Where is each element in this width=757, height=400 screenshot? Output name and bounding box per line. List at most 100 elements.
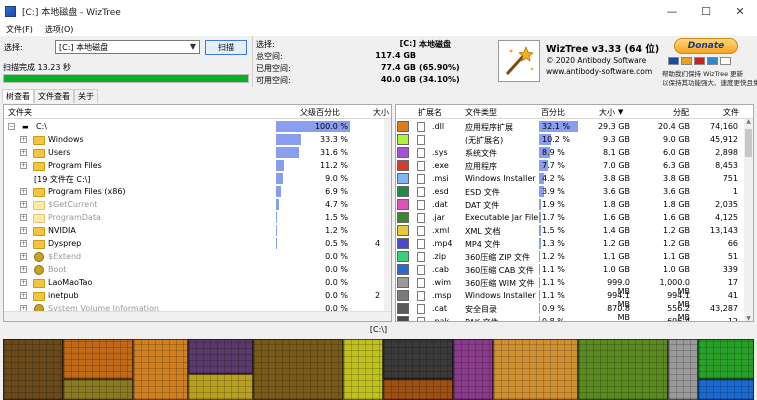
col-header-folder[interactable]: 文件夹 — [8, 107, 32, 118]
expand-icon[interactable]: + — [20, 136, 27, 143]
expand-icon[interactable]: + — [20, 279, 27, 286]
extension-row[interactable]: .esd ESD 文件 3.9 % 3.6 GB 3.6 GB 1 — [396, 185, 746, 198]
donate-note-2: 以保持其功能强大、速度更快且免费 — [662, 79, 757, 87]
scroll-down-icon[interactable]: ▼ — [744, 315, 753, 321]
extension-row[interactable]: .msp Windows Installer 1.1 % 994.1 MB 99… — [396, 289, 746, 309]
col-header-size[interactable]: 大小 — [373, 107, 389, 118]
extension-row[interactable]: .dat DAT 文件 1.9 % 1.8 GB 1.8 GB 2,035 — [396, 198, 746, 211]
expand-icon[interactable]: + — [20, 214, 27, 221]
expand-icon[interactable]: + — [20, 188, 27, 195]
scan-button[interactable]: 扫描 — [205, 40, 247, 55]
expand-icon[interactable]: + — [20, 253, 27, 260]
menu-options[interactable]: 选项(O) — [39, 24, 80, 35]
extension-row[interactable]: .mp4 MP4 文件 1.3 % 1.2 GB 1.2 GB 66 — [396, 237, 746, 250]
treemap-block[interactable] — [578, 339, 668, 400]
treemap-block[interactable] — [188, 339, 253, 374]
treemap-block[interactable] — [383, 379, 453, 400]
scroll-thumb[interactable] — [745, 129, 752, 157]
treemap-block[interactable] — [698, 339, 754, 379]
tree-row[interactable]: + Program Files 11.2 % — [4, 159, 384, 172]
extension-row[interactable]: .zip 360压缩 ZIP 文件 1.2 % 1.1 GB 1.1 GB 51 — [396, 250, 746, 263]
extension-row[interactable]: .cat 安全目录 0.9 % 870.8 MB 556.2 MB 43,287 — [396, 302, 746, 321]
col-header-parent-pct[interactable]: 父级百分比 — [300, 107, 340, 118]
extension-row[interactable]: .xml XML 文档 1.5 % 1.4 GB 1.2 GB 13,143 — [396, 224, 746, 237]
tree-row[interactable]: + Dysprep 0.5 % 4 — [4, 237, 384, 250]
tree-row[interactable]: + Users 31.6 % — [4, 146, 384, 159]
treemap-block[interactable] — [133, 339, 188, 400]
col-header-files[interactable]: 文件 — [723, 107, 739, 118]
tree-vertical-scrollbar[interactable] — [384, 119, 391, 314]
tree-row[interactable]: + ProgramData 1.5 % — [4, 211, 384, 224]
extension-row[interactable]: (无扩展名) 10.2 % 9.3 GB 9.0 GB 45,912 — [396, 133, 746, 146]
about-url[interactable]: www.antibody-software.com — [546, 67, 652, 76]
treemap-block[interactable] — [253, 339, 343, 400]
donate-button[interactable]: Donate — [674, 38, 738, 54]
ext-name: .msp — [432, 291, 452, 300]
tree-row[interactable]: + Windows 33.3 % — [4, 133, 384, 146]
col-header-size[interactable]: 大小 — [599, 107, 615, 118]
tree-row[interactable]: [19 文件在 C:\] 9.0 % — [4, 172, 384, 185]
minimize-button[interactable]: — — [655, 0, 689, 22]
treemap-block[interactable] — [493, 339, 578, 400]
extension-row[interactable]: .pak PAK 文件 0.8 % 696.4 MB 12 — [396, 315, 746, 321]
extension-row[interactable]: .cab 360压缩 CAB 文件 1.1 % 1.0 GB 1.0 GB 33… — [396, 263, 746, 276]
disk-treemap[interactable] — [3, 339, 754, 400]
drive-select[interactable]: [C:] 本地磁盘 ▼ — [55, 40, 200, 54]
extension-row[interactable]: .wim 360压缩 WIM 文件 1.1 % 999.0 MB 1,000.0… — [396, 276, 746, 296]
treemap-block[interactable] — [63, 379, 133, 400]
ext-pct-value: 7.7 % — [542, 161, 565, 170]
ext-type: ESD 文件 — [465, 188, 500, 197]
maximize-button[interactable]: ☐ — [689, 0, 723, 22]
expand-icon[interactable]: + — [20, 292, 27, 299]
extension-row[interactable]: .dll 应用程序扩展 32.1 % 29.3 GB 20.4 GB 74,16… — [396, 120, 746, 133]
ext-pct-cell: 3.9 % — [539, 186, 591, 197]
treemap-block[interactable] — [188, 374, 253, 400]
treemap-block[interactable] — [668, 339, 698, 400]
ext-name: .esd — [432, 187, 449, 196]
tree-row[interactable]: + Program Files (x86) 6.9 % — [4, 185, 384, 198]
tree-row[interactable]: − ▬ C:\ 100.0 % — [4, 120, 384, 133]
extension-row[interactable]: .sys 系统文件 8.9 % 8.1 GB 6.0 GB 2,898 — [396, 146, 746, 159]
treemap-block[interactable] — [698, 379, 754, 400]
menu-file[interactable]: 文件(F) — [0, 24, 39, 35]
col-header-alloc[interactable]: 分配 — [673, 107, 689, 118]
extension-row[interactable]: .exe 应用程序 7.7 % 7.0 GB 6.3 GB 8,453 — [396, 159, 746, 172]
close-button[interactable]: ✕ — [723, 0, 757, 22]
ext-pct-value: 1.1 % — [542, 291, 565, 300]
treemap-block[interactable] — [383, 339, 453, 379]
extension-vertical-scrollbar[interactable]: ▲ ▼ — [744, 118, 753, 321]
treemap-block[interactable] — [453, 339, 493, 400]
col-header-type[interactable]: 文件类型 — [465, 107, 497, 118]
tab-file-view[interactable]: 文件查看 — [34, 89, 74, 103]
col-header-pct[interactable]: 百分比 — [541, 107, 565, 118]
tree-row[interactable]: + LaoMaoTao 0.0 % — [4, 276, 384, 289]
ext-pct-cell: 1.9 % — [539, 199, 591, 210]
expand-icon[interactable]: + — [20, 162, 27, 169]
ext-pct-value: 1.1 % — [542, 265, 565, 274]
expand-icon[interactable]: + — [20, 240, 27, 247]
collapse-icon[interactable]: − — [8, 123, 15, 130]
expand-icon[interactable]: + — [20, 201, 27, 208]
expand-icon[interactable]: + — [20, 227, 27, 234]
tab-about[interactable]: 关于 — [74, 89, 98, 103]
col-header-ext[interactable]: 扩展名 — [418, 107, 442, 118]
expand-icon[interactable]: + — [20, 149, 27, 156]
parent-pct-cell: 0.0 % — [276, 264, 350, 275]
ext-pct-value: 1.7 % — [542, 213, 565, 222]
treemap-block[interactable] — [343, 339, 383, 400]
extension-row[interactable]: .msi Windows Installer 4.2 % 3.8 GB 3.8 … — [396, 172, 746, 185]
tree-row[interactable]: + inetpub 0.0 % 2 — [4, 289, 384, 302]
system-folder-icon — [34, 265, 44, 275]
tree-row[interactable]: + NVIDIA 1.2 % — [4, 224, 384, 237]
treemap-block[interactable] — [63, 339, 133, 379]
tree-row[interactable]: + Boot 0.0 % — [4, 263, 384, 276]
tree-row[interactable]: + $Extend 0.0 % — [4, 250, 384, 263]
parent-pct-bar — [276, 147, 300, 158]
tree-horizontal-scrollbar[interactable] — [4, 311, 391, 321]
treemap-block[interactable] — [3, 339, 63, 400]
tree-row[interactable]: + $GetCurrent 4.7 % — [4, 198, 384, 211]
tab-tree-view[interactable]: 树查看 — [2, 89, 34, 103]
expand-icon[interactable]: + — [20, 266, 27, 273]
scroll-up-icon[interactable]: ▲ — [744, 118, 753, 125]
extension-row[interactable]: .jar Executable Jar File 1.7 % 1.6 GB 1.… — [396, 211, 746, 224]
